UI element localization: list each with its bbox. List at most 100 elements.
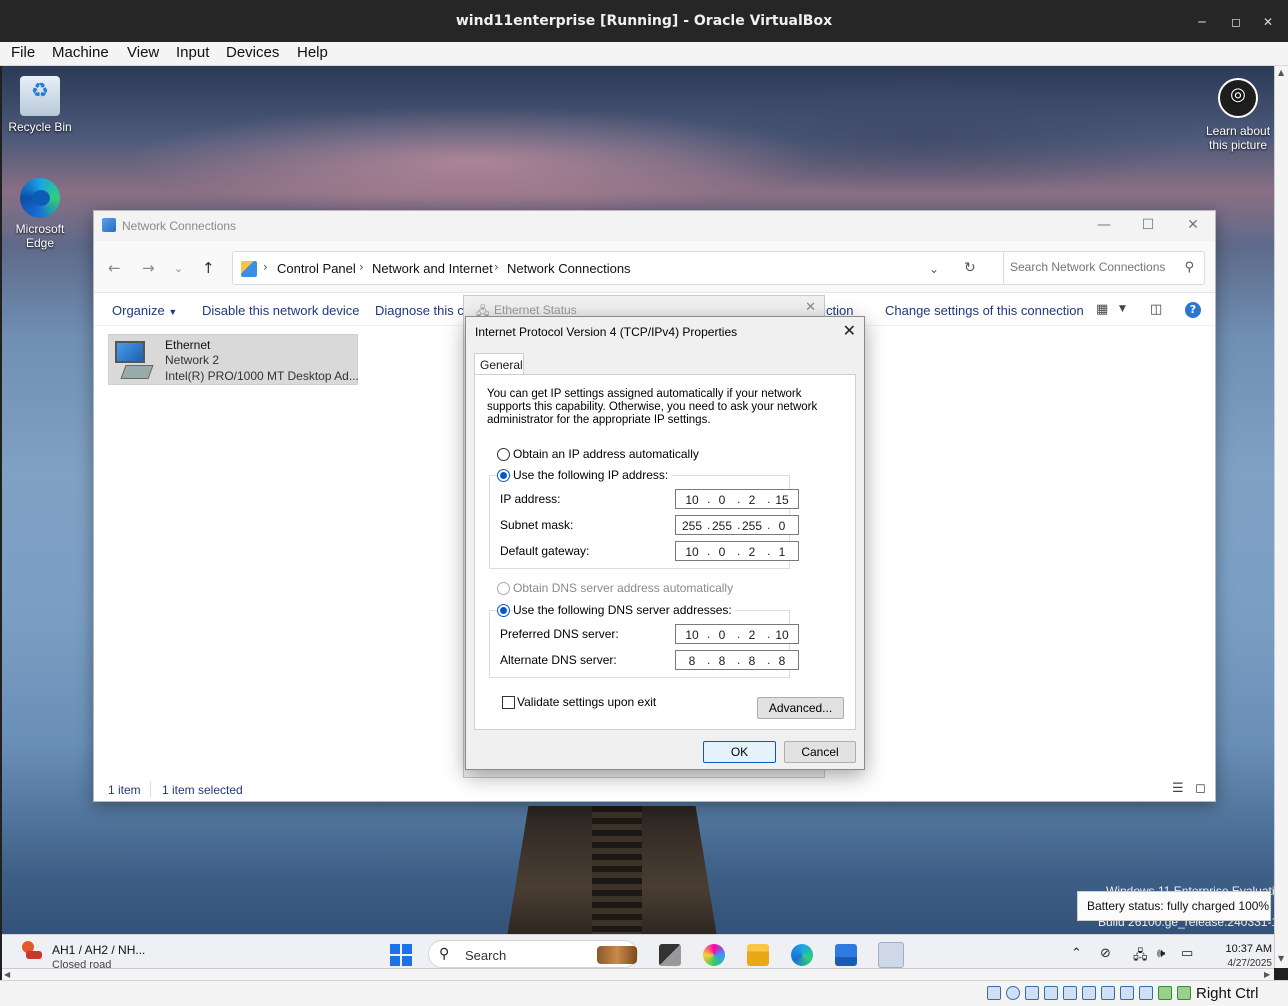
subnet-mask-field[interactable]: 255. 255. 255. 0 (675, 515, 799, 535)
minimize-icon[interactable]: — (1089, 217, 1119, 233)
search-input[interactable] (1010, 260, 1178, 274)
desktop-icon-recycle-bin[interactable]: ♻ Recycle Bin (2, 76, 78, 134)
refresh-icon[interactable]: ↻ (964, 260, 976, 276)
virtualization-icon[interactable] (1139, 986, 1153, 1000)
advanced-button[interactable]: Advanced... (757, 697, 844, 719)
large-icons-view-icon[interactable]: ◻ (1195, 781, 1206, 796)
cancel-button[interactable]: Cancel (784, 741, 856, 763)
recycle-bin-icon: ♻ (20, 76, 60, 116)
maximize-icon[interactable]: ◻ (1226, 12, 1246, 32)
breadcrumb-separator-icon: › (359, 260, 364, 274)
use-following-dns-radio[interactable] (497, 604, 510, 617)
vm-vertical-scrollbar[interactable]: ▲ ▼ (1274, 66, 1288, 968)
menu-view[interactable]: View (127, 44, 159, 61)
ip-address-field[interactable]: 10. 0. 2. 15 (675, 489, 799, 509)
diagnose-connection-button[interactable]: Diagnose this co (375, 303, 471, 318)
breadcrumb-separator-icon: › (263, 260, 268, 274)
usb-icon[interactable] (1063, 986, 1077, 1000)
organize-button[interactable]: Organize ▼ (112, 303, 177, 318)
optical-drive-icon[interactable] (1006, 986, 1020, 1000)
microsoft-store-icon[interactable] (835, 944, 857, 966)
breadcrumb-network-and-internet[interactable]: Network and Internet (372, 261, 493, 276)
recording-icon[interactable] (1120, 986, 1134, 1000)
tab-general[interactable]: General (474, 353, 524, 375)
scroll-right-arrow-icon[interactable]: ▶ (1264, 970, 1270, 979)
scroll-up-arrow-icon[interactable]: ▲ (1278, 68, 1284, 77)
menu-machine[interactable]: Machine (52, 44, 109, 61)
copilot-icon[interactable] (703, 944, 725, 966)
view-options-icon[interactable]: ▦ (1096, 302, 1108, 317)
show-hidden-icons-chevron-icon[interactable]: ⌃ (1071, 946, 1082, 961)
vm-horizontal-scrollbar[interactable]: ◀ ▶ (2, 968, 1274, 980)
clock-time[interactable]: 10:37 AM (1214, 943, 1272, 955)
validate-settings-checkbox[interactable] (502, 696, 515, 709)
taskbar-search[interactable]: ⚲ Search (428, 940, 638, 968)
details-view-icon[interactable]: ☰ (1172, 781, 1184, 796)
battery-tooltip: Battery status: fully charged 100% (1077, 891, 1271, 921)
alternate-dns-field[interactable]: 8. 8. 8. 8 (675, 650, 799, 670)
preferred-dns-field[interactable]: 10. 0. 2. 10 (675, 624, 799, 644)
use-following-ip-radio[interactable] (497, 469, 510, 482)
close-icon[interactable]: ✕ (1258, 12, 1278, 32)
audio-icon[interactable] (1025, 986, 1039, 1000)
back-arrow-icon[interactable]: ← (108, 259, 121, 277)
search-box[interactable]: ⚲ (1003, 251, 1205, 285)
control-panel-icon (241, 261, 257, 277)
help-icon[interactable]: ? (1185, 302, 1201, 318)
network-disconnected-icon[interactable]: ⊘ (1100, 946, 1111, 961)
chevron-down-icon[interactable]: ▼ (1119, 304, 1126, 314)
battery-icon[interactable]: ▭ (1181, 946, 1193, 961)
volume-icon[interactable]: 🕪 (1157, 946, 1165, 961)
address-bar[interactable]: › Control Panel › Network and Internet ›… (232, 251, 1090, 285)
preferred-dns-label: Preferred DNS server: (500, 627, 622, 641)
task-view-icon[interactable] (659, 944, 681, 966)
connection-item-ethernet[interactable]: Ethernet Network 2 Intel(R) PRO/1000 MT … (108, 334, 359, 385)
recent-locations-chevron-icon[interactable]: ⌄ (174, 262, 183, 275)
minimize-icon[interactable]: ─ (1192, 12, 1212, 32)
disable-device-button[interactable]: Disable this network device (202, 303, 360, 318)
breadcrumb-control-panel[interactable]: Control Panel (277, 261, 356, 276)
menu-devices[interactable]: Devices (226, 44, 279, 61)
dialog-title: Ethernet Status (494, 303, 577, 317)
obtain-dns-auto-radio[interactable] (497, 582, 510, 595)
close-icon[interactable]: ✕ (843, 321, 856, 340)
menu-help[interactable]: Help (297, 44, 328, 61)
network-adapter-status-icon[interactable] (1044, 986, 1058, 1000)
default-gateway-field[interactable]: 10. 0. 2. 1 (675, 541, 799, 561)
scroll-left-arrow-icon[interactable]: ◀ (4, 970, 10, 979)
address-dropdown-chevron-icon[interactable]: ⌄ (929, 262, 939, 276)
hard-disk-icon[interactable] (987, 986, 1001, 1000)
change-settings-button[interactable]: Change settings of this connection (885, 303, 1084, 318)
host-key-arrow-icon[interactable] (1177, 986, 1191, 1000)
taskbar-search-label: Search (465, 948, 507, 963)
mouse-integration-icon[interactable] (1158, 986, 1172, 1000)
weather-title[interactable]: AH1 / AH2 / NH... (52, 943, 145, 957)
close-icon[interactable]: ✕ (805, 300, 816, 315)
maximize-icon[interactable]: ☐ (1133, 217, 1163, 233)
display-icon[interactable] (1101, 986, 1115, 1000)
breadcrumb-network-connections[interactable]: Network Connections (507, 261, 631, 276)
forward-arrow-icon[interactable]: → (142, 259, 155, 277)
up-arrow-icon[interactable]: ↑ (202, 259, 215, 277)
search-highlight-icon (597, 946, 637, 964)
desktop-icon-edge[interactable]: Microsoft Edge (2, 178, 78, 250)
edge-icon[interactable] (791, 944, 813, 966)
control-panel-taskbar-icon[interactable] (878, 942, 904, 968)
scroll-down-arrow-icon[interactable]: ▼ (1278, 954, 1284, 963)
network-icon[interactable]: 🖧 (1133, 946, 1148, 968)
file-explorer-icon[interactable] (747, 944, 769, 966)
windows-start-icon[interactable] (390, 944, 412, 966)
menu-input[interactable]: Input (176, 44, 209, 61)
desktop-icon-learn-about-picture[interactable]: ◎ Learn about this picture (1200, 78, 1274, 152)
ok-button[interactable]: OK (703, 741, 776, 763)
preview-pane-icon[interactable]: ◫ (1150, 302, 1162, 317)
menu-file[interactable]: File (11, 44, 35, 61)
close-icon[interactable]: ✕ (1178, 217, 1208, 233)
address-bar-row: ← → ⌄ ↑ › Control Panel › Network and In… (94, 241, 1215, 293)
settings-description: You can get IP settings assigned automat… (487, 388, 818, 426)
organize-label: Organize (112, 303, 165, 318)
shared-folders-icon[interactable] (1082, 986, 1096, 1000)
weather-icon[interactable] (20, 941, 42, 963)
obtain-ip-auto-radio[interactable] (497, 448, 510, 461)
search-icon: ⚲ (1184, 260, 1194, 275)
